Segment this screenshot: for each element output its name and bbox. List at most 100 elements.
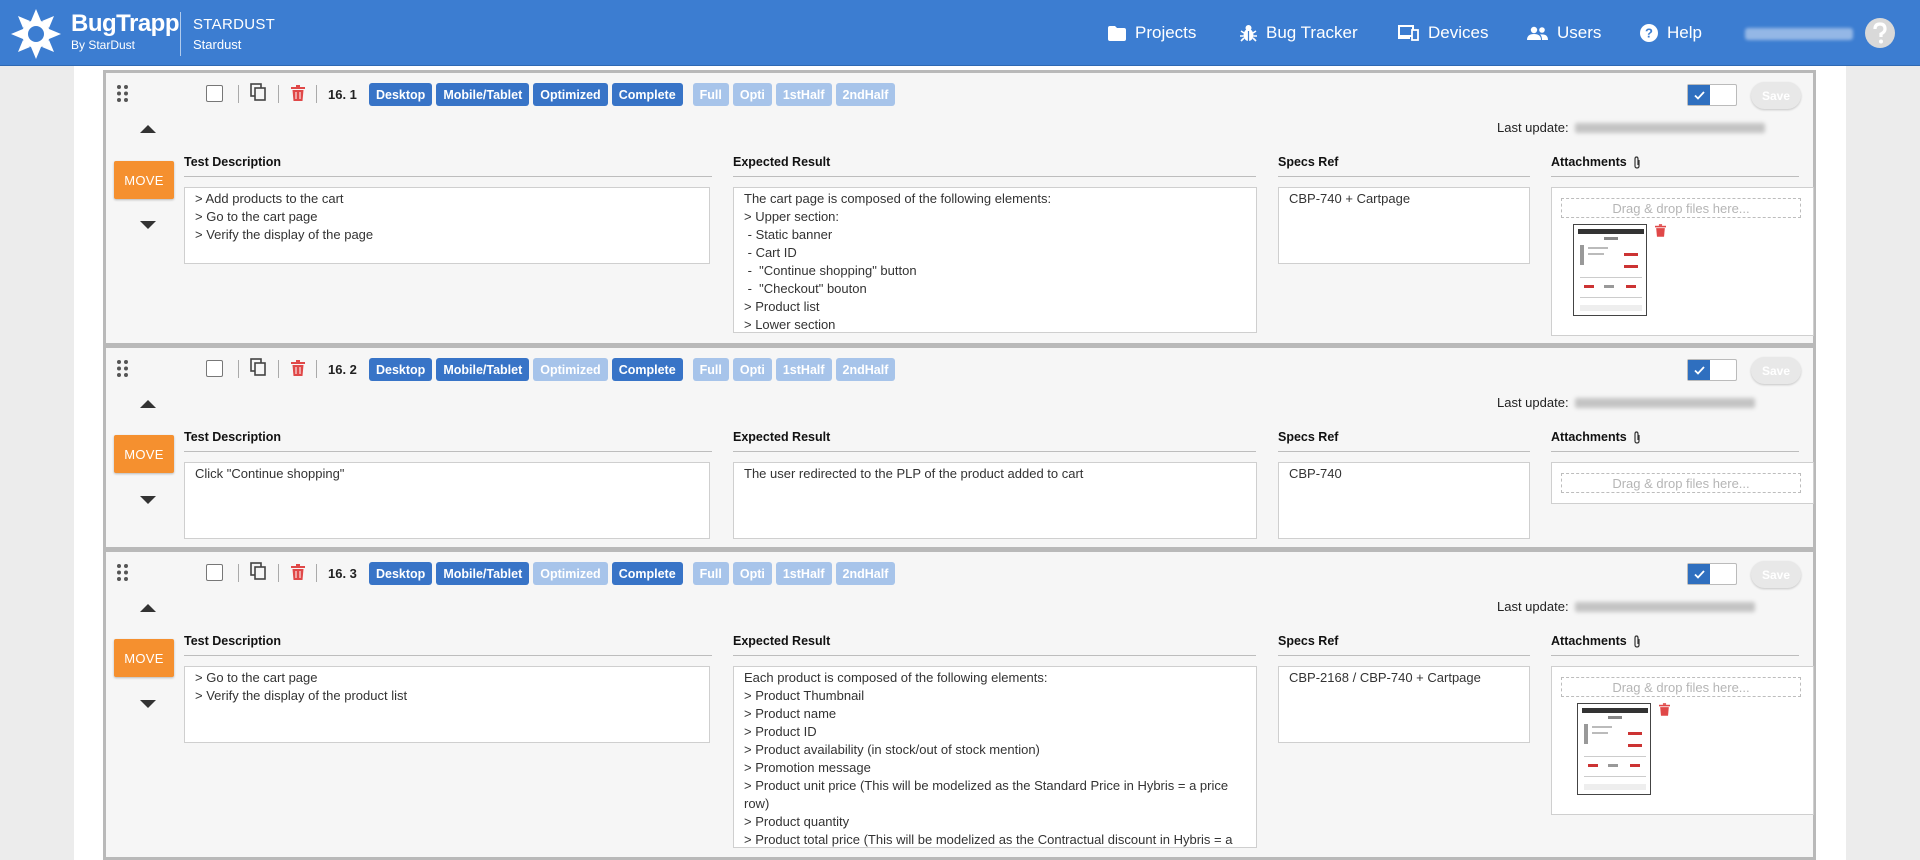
attachments-drop-zone[interactable]: Drag & drop files here...	[1551, 666, 1814, 815]
step-select-checkbox[interactable]	[206, 85, 223, 102]
tag-1st-half[interactable]: 1stHalf	[775, 83, 832, 106]
folder-icon	[1108, 25, 1126, 41]
move-up-arrow-icon[interactable]	[140, 400, 156, 408]
drop-hint: Drag & drop files here...	[1561, 198, 1801, 218]
last-update-value-redacted	[1574, 122, 1765, 133]
svg-text:?: ?	[1645, 26, 1653, 41]
tag-complete[interactable]: Complete	[611, 358, 683, 381]
trash-icon[interactable]	[291, 360, 305, 376]
last-update: Last update:	[1497, 599, 1755, 614]
top-navigation-bar: BugTrapp By StarDust STARDUST Stardust P…	[0, 0, 1920, 66]
tag-1st-half[interactable]: 1stHalf	[775, 358, 832, 381]
nav-users[interactable]: Users	[1527, 0, 1601, 66]
tag-2nd-half[interactable]: 2ndHalf	[835, 83, 896, 106]
delete-attachment-icon[interactable]	[1659, 703, 1670, 716]
tag-mobile-tablet[interactable]: Mobile/Tablet	[436, 562, 530, 585]
brand[interactable]: BugTrapp By StarDust	[71, 11, 180, 53]
tag-desktop[interactable]: Desktop	[369, 562, 433, 585]
tag-optimized[interactable]: Optimized	[533, 83, 608, 106]
specs-ref-field[interactable]: CBP-740 + Cartpage	[1278, 187, 1530, 264]
move-up-arrow-icon[interactable]	[140, 125, 156, 133]
attachments-drop-zone[interactable]: Drag & drop files here...	[1551, 187, 1814, 336]
expected-result-field[interactable]: Each product is composed of the followin…	[733, 666, 1257, 848]
tag-full[interactable]: Full	[692, 83, 729, 106]
tag-2nd-half[interactable]: 2ndHalf	[835, 562, 896, 585]
last-update-value-redacted	[1574, 601, 1755, 612]
tag-full[interactable]: Full	[692, 358, 729, 381]
drop-hint: Drag & drop files here...	[1561, 677, 1801, 697]
tag-complete[interactable]: Complete	[611, 562, 683, 585]
save-button[interactable]: Save	[1751, 82, 1801, 109]
expected-result-field[interactable]: The user redirected to the PLP of the pr…	[733, 462, 1257, 539]
move-down-arrow-icon[interactable]	[140, 496, 156, 504]
nav-devices[interactable]: Devices	[1398, 0, 1488, 66]
tag-mobile-tablet[interactable]: Mobile/Tablet	[436, 358, 530, 381]
brand-subtitle: By StarDust	[71, 38, 136, 52]
step-validated-toggle[interactable]	[1687, 563, 1737, 585]
move-up-arrow-icon[interactable]	[140, 604, 156, 612]
step-select-checkbox[interactable]	[206, 564, 223, 581]
user-name-redacted[interactable]	[1745, 28, 1853, 40]
test-description-field[interactable]: > Add products to the cart > Go to the c…	[184, 187, 710, 264]
tag-opti[interactable]: Opti	[732, 83, 772, 106]
test-description-field[interactable]: Click "Continue shopping"	[184, 462, 710, 539]
attachments-drop-zone[interactable]: Drag & drop files here...	[1551, 462, 1814, 504]
copy-icon[interactable]	[250, 358, 267, 377]
paperclip-icon	[1634, 430, 1640, 444]
copy-icon[interactable]	[250, 562, 267, 581]
current-project[interactable]: STARDUST Stardust	[193, 16, 275, 52]
nav-bug-tracker[interactable]: Bug Tracker	[1240, 0, 1358, 66]
toolbar-divider	[238, 360, 239, 378]
move-down-arrow-icon[interactable]	[140, 221, 156, 229]
specs-ref-field[interactable]: CBP-2168 / CBP-740 + Cartpage	[1278, 666, 1530, 743]
header-divider	[180, 12, 181, 56]
toolbar-divider	[316, 360, 317, 378]
move-button[interactable]: MOVE	[114, 639, 174, 677]
move-button[interactable]: MOVE	[114, 435, 174, 473]
move-button[interactable]: MOVE	[114, 161, 174, 199]
tag-desktop[interactable]: Desktop	[369, 358, 433, 381]
copy-icon[interactable]	[250, 83, 267, 102]
bugtrapp-logo-icon[interactable]	[10, 8, 62, 60]
specs-ref-field[interactable]: CBP-740	[1278, 462, 1530, 539]
test-step-card: MOVE 16. 3 Desktop Mobile/Tablet Optimiz…	[103, 550, 1816, 860]
trash-icon[interactable]	[291, 564, 305, 580]
attachment-thumbnail[interactable]	[1577, 703, 1651, 795]
step-select-checkbox[interactable]	[206, 360, 223, 377]
tag-1st-half[interactable]: 1stHalf	[775, 562, 832, 585]
toolbar-divider	[238, 85, 239, 103]
last-update: Last update:	[1497, 395, 1755, 410]
tag-opti[interactable]: Opti	[732, 562, 772, 585]
drag-handle-icon[interactable]	[117, 360, 128, 377]
tag-full[interactable]: Full	[692, 562, 729, 585]
delete-attachment-icon[interactable]	[1655, 224, 1666, 237]
expected-result-field[interactable]: The cart page is composed of the followi…	[733, 187, 1257, 333]
nav-projects-label: Projects	[1135, 23, 1197, 42]
attachment-thumbnail[interactable]	[1573, 224, 1647, 316]
nav-help[interactable]: ? Help	[1640, 0, 1702, 66]
drag-handle-icon[interactable]	[117, 85, 128, 102]
drag-handle-icon[interactable]	[117, 564, 128, 581]
specs-ref-header: Specs Ref	[1278, 155, 1530, 177]
save-button[interactable]: Save	[1751, 357, 1801, 384]
test-description-field[interactable]: > Go to the cart page > Verify the displ…	[184, 666, 710, 743]
last-update-value-redacted	[1574, 397, 1755, 408]
trash-icon[interactable]	[291, 85, 305, 101]
nav-projects[interactable]: Projects	[1108, 0, 1196, 66]
tag-complete[interactable]: Complete	[611, 83, 683, 106]
user-avatar[interactable]	[1865, 18, 1895, 48]
save-button[interactable]: Save	[1751, 561, 1801, 588]
project-name: Stardust	[193, 37, 242, 52]
last-update-label: Last update:	[1497, 120, 1569, 135]
tag-mobile-tablet[interactable]: Mobile/Tablet	[436, 83, 530, 106]
tag-2nd-half[interactable]: 2ndHalf	[835, 358, 896, 381]
move-down-arrow-icon[interactable]	[140, 700, 156, 708]
tag-opti[interactable]: Opti	[732, 358, 772, 381]
tag-optimized[interactable]: Optimized	[533, 358, 608, 381]
help-icon: ?	[1640, 24, 1658, 42]
tag-desktop[interactable]: Desktop	[369, 83, 433, 106]
step-validated-toggle[interactable]	[1687, 84, 1737, 106]
step-validated-toggle[interactable]	[1687, 359, 1737, 381]
tag-optimized[interactable]: Optimized	[533, 562, 608, 585]
step-number: 16. 3	[328, 566, 357, 581]
